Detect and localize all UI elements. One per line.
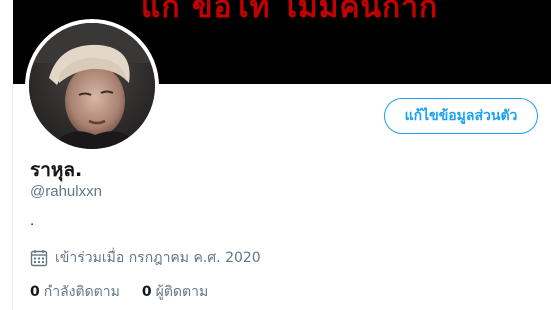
followers-link[interactable]: 0 ผู้ติดตาม (142, 281, 208, 303)
following-label: กำลังติดตาม (43, 284, 120, 300)
edit-profile-button[interactable]: แก้ไขข้อมูลส่วนตัว (384, 98, 538, 134)
profile-bio: . (30, 212, 35, 229)
avatar-photo (29, 23, 155, 149)
followers-count: 0 (141, 284, 152, 300)
display-name: ราหุล. (30, 159, 83, 181)
followers-label: ผู้ติดตาม (155, 284, 209, 300)
banner-text: แก ขอโท ไม่มีคนกาก (141, 0, 439, 25)
user-handle: @rahulxxn (30, 183, 102, 200)
profile-page: แก ขอโท ไม่มีคนกาก แก้ไขข้อมูลส่วนตัว รา… (0, 0, 551, 310)
follow-stats: 0 กำลังติดตาม 0 ผู้ติดตาม (30, 281, 230, 303)
join-date: เข้าร่วมเมื่อ กรกฎาคม ค.ศ. 2020 (30, 247, 261, 269)
column-divider (12, 84, 13, 310)
join-date-text: เข้าร่วมเมื่อ กรกฎาคม ค.ศ. 2020 (55, 250, 261, 266)
avatar[interactable] (29, 23, 155, 149)
calendar-icon (30, 249, 48, 267)
following-link[interactable]: 0 กำลังติดตาม (30, 281, 120, 303)
following-count: 0 (30, 284, 40, 300)
